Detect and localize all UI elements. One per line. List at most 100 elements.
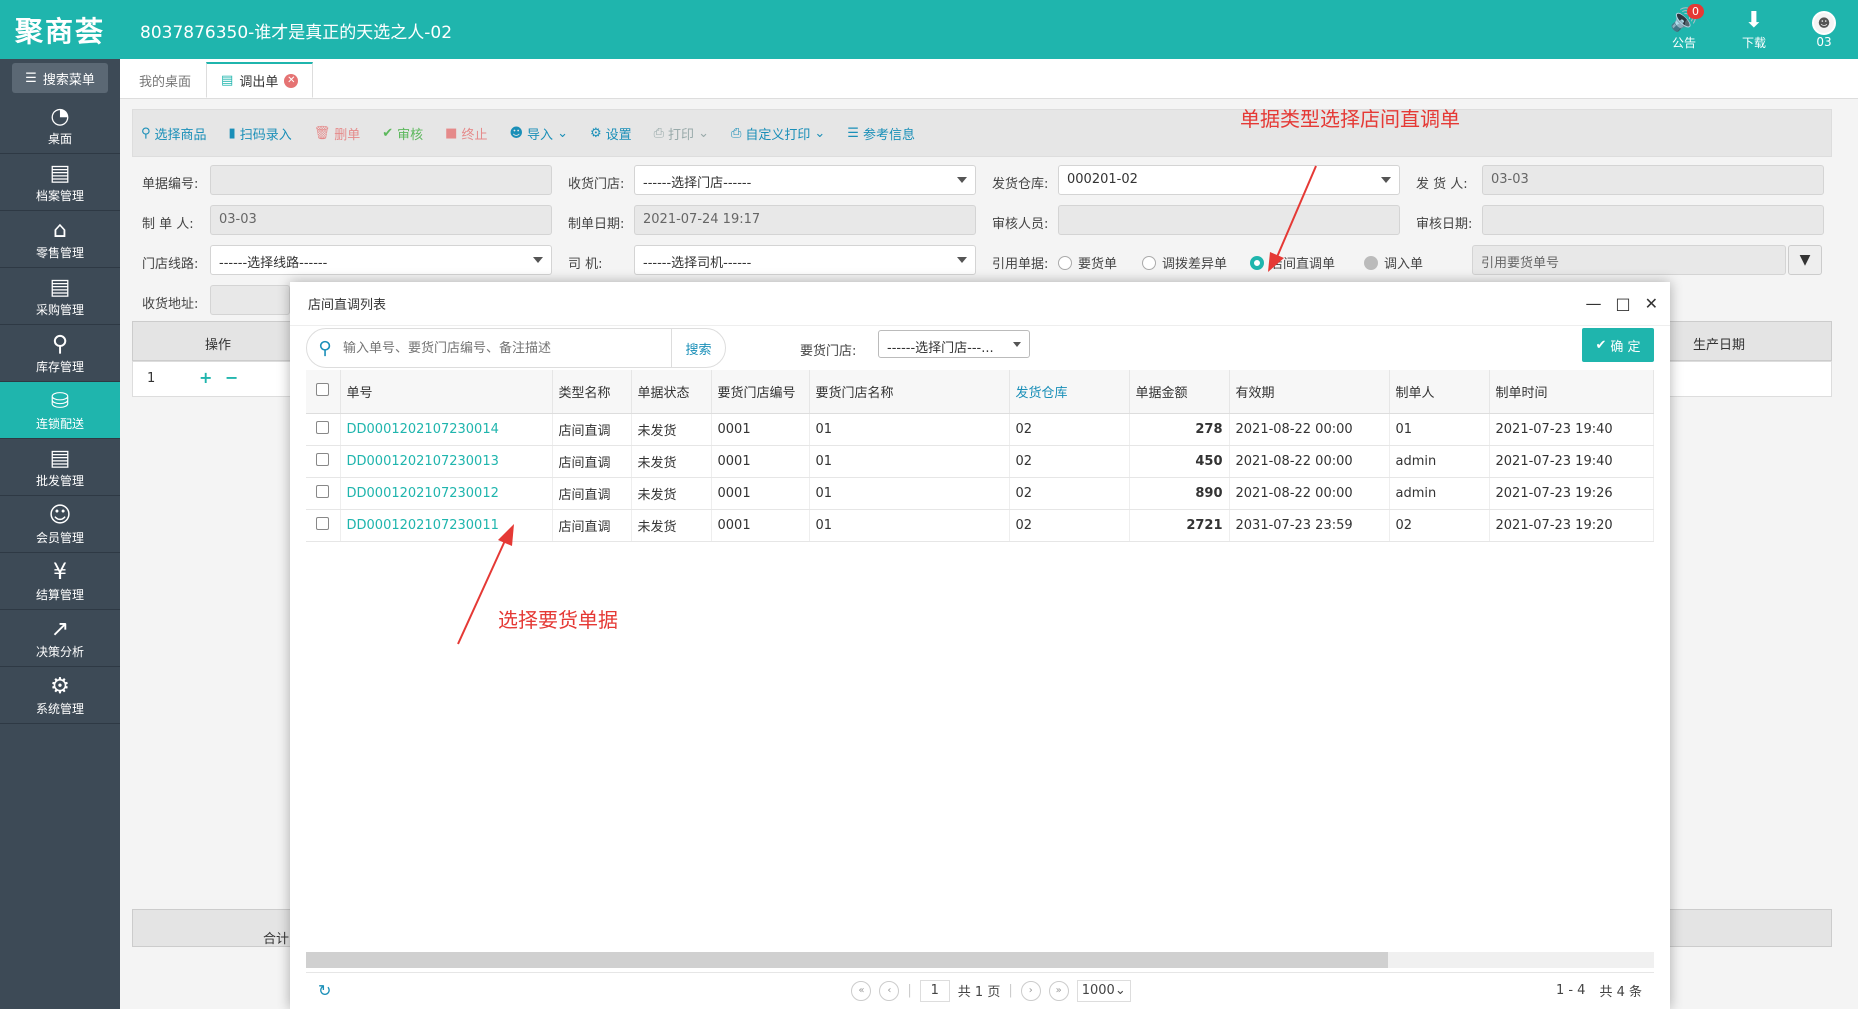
- col-header[interactable]: 有效期: [1229, 370, 1390, 414]
- table-row[interactable]: DD0001202107230014 店间直调 未发货 0001 01 02 2…: [306, 413, 1654, 446]
- route-select[interactable]: ------选择线路------: [210, 245, 552, 275]
- close-icon[interactable]: ✕: [284, 73, 299, 88]
- next-page-icon[interactable]: ›: [1020, 980, 1041, 1001]
- col-header[interactable]: 要货门店名称: [809, 370, 1010, 414]
- driver-select[interactable]: ------选择司机------: [634, 245, 976, 275]
- doc-no-link[interactable]: DD0001202107230014: [340, 413, 553, 446]
- col-header[interactable]: 发货仓库: [1009, 370, 1130, 414]
- radio-transfer-in[interactable]: 调入单: [1364, 253, 1423, 272]
- tab-desktop[interactable]: 我的桌面: [124, 62, 206, 98]
- sidebar-item-retail[interactable]: ⌂ 零售管理: [0, 211, 120, 268]
- select-all-checkbox[interactable]: [316, 382, 330, 396]
- col-header[interactable]: 制单时间: [1489, 370, 1654, 414]
- request-store-select[interactable]: ------选择门店---...: [878, 330, 1030, 358]
- table-row[interactable]: DD0001202107230012 店间直调 未发货 0001 01 02 8…: [306, 477, 1654, 510]
- ship-wh-select[interactable]: 000201-02: [1058, 165, 1400, 195]
- table-row[interactable]: DD0001202107230011 店间直调 未发货 0001 01 02 2…: [306, 509, 1654, 542]
- radio-diff[interactable]: 调拨差异单: [1142, 253, 1227, 272]
- remove-row-icon[interactable]: −: [225, 368, 238, 387]
- recv-store-select[interactable]: ------选择门店------: [634, 165, 976, 195]
- app-logo[interactable]: 聚商荟: [0, 0, 120, 59]
- addr-field[interactable]: [210, 285, 290, 315]
- sidebar-item-archive[interactable]: ▤ 档案管理: [0, 154, 120, 211]
- col-header[interactable]: 单据状态: [631, 370, 712, 414]
- settlement-icon: ¥: [53, 559, 67, 585]
- doc-no-link[interactable]: DD0001202107230011: [340, 509, 553, 542]
- row-checkbox[interactable]: [316, 484, 330, 498]
- row-checkbox[interactable]: [316, 516, 330, 530]
- maximize-icon[interactable]: □: [1615, 294, 1630, 313]
- chevron-down-icon: ⌄: [1114, 983, 1126, 998]
- col-header[interactable]: 制单人: [1389, 370, 1490, 414]
- page-size-select[interactable]: 1000 ⌄: [1076, 979, 1131, 1002]
- archive-icon: ▤: [49, 160, 71, 186]
- trash-icon: 🗑: [313, 125, 331, 141]
- select-goods-button[interactable]: ⚲ 选择商品: [141, 124, 207, 143]
- search-menu-button[interactable]: ☰ 搜索菜单: [12, 63, 108, 93]
- radio-request[interactable]: 要货单: [1058, 253, 1117, 272]
- tab-transfer-out[interactable]: ▤ 调出单 ✕: [206, 62, 314, 98]
- dialog-search-button[interactable]: 搜索: [671, 329, 725, 367]
- notice-button[interactable]: 🔊 0 公告: [1662, 4, 1706, 51]
- button-label: 确 定: [1610, 339, 1641, 355]
- ref-no-input[interactable]: 引用要货单号: [1472, 245, 1786, 275]
- radio-direct-transfer[interactable]: 店间直调单: [1250, 253, 1335, 272]
- col-header[interactable]: 单据金额: [1129, 370, 1230, 414]
- col-header[interactable]: 要货门店编号: [711, 370, 810, 414]
- minimize-icon[interactable]: —: [1585, 294, 1601, 313]
- pager: ↻ « ‹ | 1 共 1 页 | › » 1000 ⌄ 1 - 4 共 4 条: [306, 972, 1654, 1008]
- user-label: 03: [1816, 34, 1832, 49]
- refresh-icon[interactable]: ↻: [318, 981, 331, 1000]
- download-button[interactable]: ⬇ 下载: [1732, 8, 1776, 51]
- prev-page-icon[interactable]: ‹: [879, 980, 900, 1001]
- chevron-down-icon: ⌄: [698, 125, 709, 141]
- sidebar-item-label: 桌面: [47, 131, 72, 146]
- close-icon[interactable]: ✕: [1645, 294, 1658, 313]
- delete-button[interactable]: 🗑 删单: [314, 124, 361, 143]
- auditor-field[interactable]: [1058, 205, 1400, 235]
- maker-field[interactable]: 03-03: [210, 205, 552, 235]
- stop-button[interactable]: ■ 终止: [445, 124, 487, 143]
- sidebar-item-delivery[interactable]: ⛁ 连锁配送: [0, 382, 120, 439]
- audit-button[interactable]: ✔ 审核: [382, 124, 423, 143]
- shipper-field[interactable]: 03-03: [1482, 165, 1824, 195]
- audit-date-field[interactable]: [1482, 205, 1824, 235]
- confirm-button[interactable]: ✔ 确 定: [1582, 328, 1654, 362]
- table-cell: 01: [809, 509, 1010, 542]
- sidebar-item-desktop[interactable]: ◔ 桌面: [0, 97, 120, 154]
- sidebar-item-settlement[interactable]: ¥ 结算管理: [0, 553, 120, 610]
- custom-print-button[interactable]: ⎙ 自定义打印 ⌄: [731, 124, 825, 143]
- row-checkbox[interactable]: [316, 420, 330, 434]
- filter-button[interactable]: ▼: [1788, 245, 1822, 275]
- import-button[interactable]: ☻ 导入 ⌄: [509, 124, 567, 143]
- scan-button[interactable]: ▮ 扫码录入: [229, 124, 292, 143]
- row-checkbox[interactable]: [316, 452, 330, 466]
- first-page-icon[interactable]: «: [851, 980, 872, 1001]
- user-menu[interactable]: ☻ 03: [1802, 10, 1846, 49]
- col-header[interactable]: 单号: [340, 370, 553, 414]
- table-cell: 02: [1009, 509, 1130, 542]
- sidebar-item-inventory[interactable]: ⚲ 库存管理: [0, 325, 120, 382]
- table-cell: 2021-07-23 19:40: [1489, 413, 1654, 446]
- sidebar-item-wholesale[interactable]: ▤ 批发管理: [0, 439, 120, 496]
- horizontal-scrollbar[interactable]: [306, 952, 1654, 968]
- col-header[interactable]: 类型名称: [552, 370, 632, 414]
- doc-no-link[interactable]: DD0001202107230012: [340, 477, 553, 510]
- dialog-search-input[interactable]: [343, 340, 671, 356]
- caret-down-icon: [957, 257, 967, 263]
- settings-button[interactable]: ⚙ 设置: [590, 124, 632, 143]
- table-row[interactable]: DD0001202107230013 店间直调 未发货 0001 01 02 4…: [306, 445, 1654, 478]
- print-button[interactable]: ⎙ 打印 ⌄: [654, 124, 709, 143]
- scrollbar-thumb[interactable]: [306, 952, 1388, 968]
- make-date-field[interactable]: 2021-07-24 19:17: [634, 205, 976, 235]
- add-row-icon[interactable]: +: [199, 368, 212, 387]
- doc-no-field[interactable]: [210, 165, 552, 195]
- sidebar-item-system[interactable]: ⚙ 系统管理: [0, 667, 120, 724]
- sidebar-item-purchase[interactable]: ▤ 采购管理: [0, 268, 120, 325]
- sidebar-item-member[interactable]: ☺ 会员管理: [0, 496, 120, 553]
- doc-no-link[interactable]: DD0001202107230013: [340, 445, 553, 478]
- sidebar-item-analysis[interactable]: ↗ 决策分析: [0, 610, 120, 667]
- last-page-icon[interactable]: »: [1048, 980, 1069, 1001]
- reference-button[interactable]: ☰ 参考信息: [847, 124, 915, 143]
- page-input[interactable]: 1: [919, 979, 950, 1002]
